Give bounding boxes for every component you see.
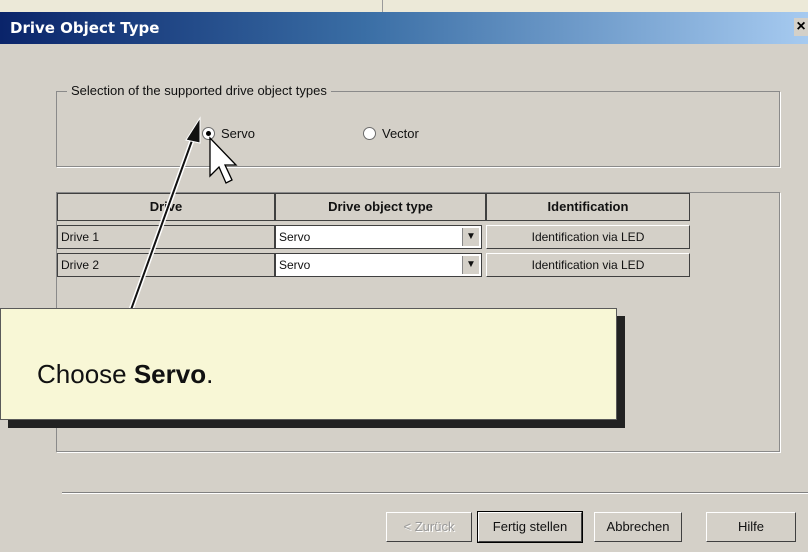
callout-prefix: Choose [37, 359, 134, 389]
arrow-head [185, 116, 201, 144]
callout-suffix: . [206, 359, 214, 389]
mouse-pointer-icon [209, 136, 238, 184]
annotation-overlay [94, 116, 238, 405]
callout-text: Choose Servo. [37, 359, 213, 390]
instruction-callout: Choose Servo. [0, 308, 617, 420]
callout-emphasis: Servo [133, 359, 207, 389]
